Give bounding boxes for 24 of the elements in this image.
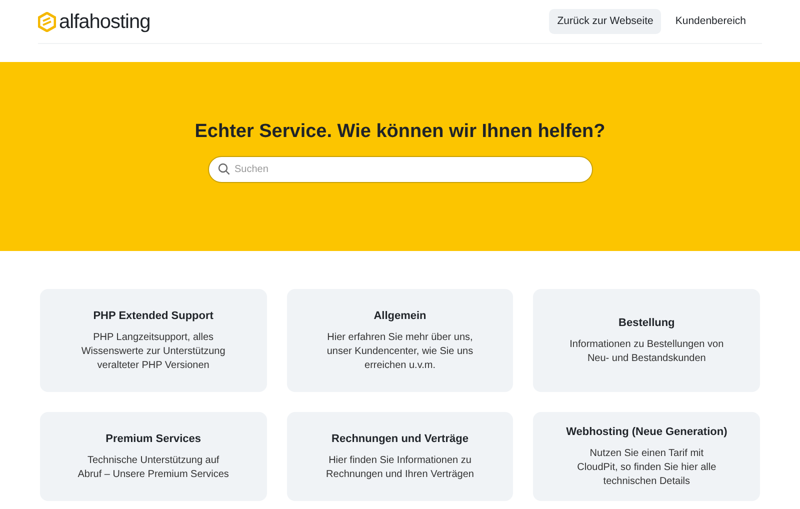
nav-link[interactable]: Zurück zur Webseite: [549, 8, 662, 34]
category-card[interactable]: Bestellung Informationen zu Bestellungen von Neu- und Bestandskunden: [533, 289, 760, 392]
card-description: Technische Unterstützung auf Abruf – Unsere Premium Services: [76, 454, 230, 482]
card-title: Rechnungen und Verträge: [332, 432, 468, 447]
search-field[interactable]: Suchen: [208, 156, 592, 184]
card-title: PHP Extended Support: [93, 308, 214, 324]
category-card[interactable]: Premium Services Technische Unterstützung auf Abruf – Unsere Premium Services: [40, 412, 267, 501]
card-description: Hier finden Sie Informationen zu Rechnungen und Ihren Verträgen: [325, 454, 475, 482]
nav-link[interactable]: Kundenbereich: [667, 8, 754, 34]
hero-title: Echter Service. Wie können wir Ihnen helfen?: [194, 120, 606, 144]
category-card[interactable]: Allgemein Hier erfahren Sie mehr über uns, unser Kundencenter, wie Sie uns erreichen u.v.m.: [286, 289, 514, 392]
card-title: Premium Services: [106, 432, 202, 447]
logo-icon: [38, 12, 56, 32]
category-card[interactable]: Rechnungen und Verträge Hier finden Sie Informationen zu Rechnungen und Ihren Verträgen: [286, 412, 514, 501]
card-description: Informationen zu Bestellungen von Neu- und Bestandskunden: [568, 338, 725, 366]
card-title: Allgemein: [374, 308, 426, 324]
card-title: Bestellung: [618, 316, 675, 331]
card-description: Hier erfahren Sie mehr über uns, unser Kundencenter, wie Sie uns erreichen u.v.m.: [326, 331, 474, 374]
card-title: Webhosting (Neue Generation): [566, 424, 728, 440]
category-card[interactable]: Webhosting (Neue Generation) Nutzen Sie einen Tarif mit CloudPit, so finden Sie hier alle technischen Details: [533, 412, 760, 501]
category-card[interactable]: PHP Extended Support PHP Langzeitsupport, alles Wissenswerte zur Unterstützung veralteter PHP Versionen: [40, 289, 267, 392]
card-description: Nutzen Sie einen Tarif mit CloudPit, so finden Sie hier alle technischen Details: [576, 447, 718, 490]
card-description: PHP Langzeitsupport, alles Wissenswerte zur Unterstützung veralteter PHP Versionen: [80, 331, 226, 374]
logo-text: alfahosting: [59, 10, 150, 34]
